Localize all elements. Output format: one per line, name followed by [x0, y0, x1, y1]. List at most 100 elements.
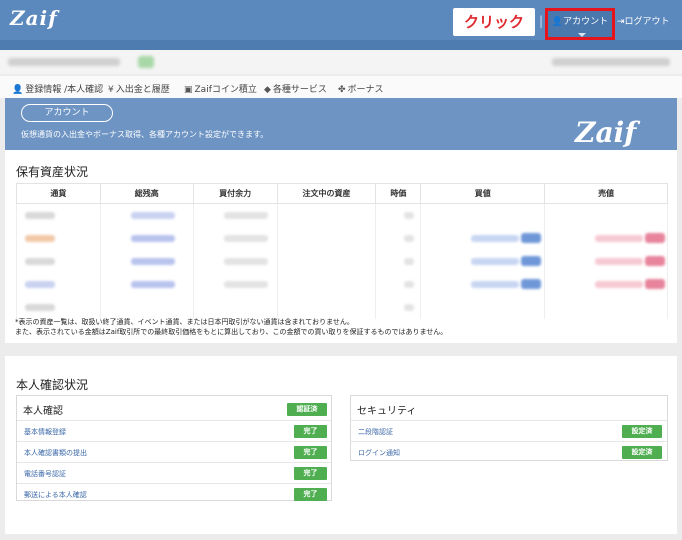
menu-item-deposit-history[interactable]: ¥ 入出金と履歴 — [108, 82, 170, 95]
account-nav-button[interactable]: 👤アカウント — [545, 8, 615, 40]
blurred-value — [223, 234, 268, 242]
table-cell — [100, 272, 194, 296]
table-cell — [193, 226, 278, 250]
table-row — [16, 249, 668, 273]
blurred-value — [404, 257, 415, 265]
kyc-row-badge: 完了 — [294, 467, 327, 480]
table-cell — [420, 249, 546, 273]
gift-icon: ✤ — [338, 85, 346, 95]
coin-icon: ▣ — [184, 85, 193, 95]
security-row[interactable]: ログイン通知 設定済 — [351, 441, 667, 462]
buy-button[interactable] — [521, 255, 542, 266]
table-cell — [16, 272, 101, 296]
kyc-row[interactable]: 本人確認書類の提出 完了 — [17, 441, 331, 462]
table-cell — [544, 249, 668, 273]
column-header: 注文中の資産 — [276, 183, 377, 204]
blurred-price — [471, 280, 520, 288]
table-cell — [544, 226, 668, 250]
menu-item-services[interactable]: ◆ 各種サービス — [264, 82, 327, 95]
table-cell — [277, 203, 377, 227]
blurred-price — [595, 234, 644, 242]
security-row-label[interactable]: 二段階認証 — [358, 427, 393, 437]
identity-status-badge: 認証済 — [287, 403, 327, 416]
logout-nav-label: ログアウト — [624, 17, 670, 27]
blurred-value — [404, 303, 415, 311]
table-cell — [277, 295, 377, 319]
kyc-row-badge: 完了 — [294, 488, 327, 501]
active-caret-icon — [578, 33, 586, 37]
holdings-note: *表示の資産一覧は、取扱い終了通貨、イベント通貨、または日本円取引がない通貨は含… — [15, 317, 675, 337]
security-row-badge: 設定済 — [622, 446, 662, 459]
account-banner: アカウント 仮想通貨の入出金やボーナス取得、各種アカウント設定ができます。 Za… — [5, 98, 677, 150]
account-menu: 👤 登録情報 /本人確認 ¥ 入出金と履歴 ▣ Zaifコイン積立 ◆ 各種サービス ✤… — [0, 76, 682, 98]
logout-nav-button[interactable]: ⇥ログアウト — [617, 14, 670, 27]
table-cell — [375, 203, 422, 227]
blurred-value — [130, 234, 175, 242]
holdings-header-row: 通貨 総残高 買付余力 注文中の資産 時価 買値 売値 — [16, 183, 668, 204]
table-cell — [16, 203, 101, 227]
table-cell — [420, 226, 546, 250]
blurred-last-login — [552, 58, 670, 66]
table-cell — [100, 226, 194, 250]
sell-button[interactable] — [645, 278, 666, 289]
blurred-price — [595, 280, 644, 288]
table-cell — [193, 272, 278, 296]
account-nav-label: アカウント — [563, 17, 609, 27]
menu-item-profile[interactable]: 👤 登録情報 /本人確認 — [12, 82, 103, 95]
table-cell — [375, 249, 422, 273]
blurred-value — [25, 257, 55, 265]
blurred-value — [223, 212, 268, 219]
table-cell — [420, 295, 546, 319]
kyc-row-label[interactable]: 電話番号認証 — [24, 469, 66, 479]
blurred-value — [25, 280, 55, 288]
logout-icon: ⇥ — [617, 17, 625, 27]
buy-button[interactable] — [521, 278, 542, 289]
holdings-note-line: また、表示されている金額はZaif取引所での最終取引価格をもとに算出しており、こ… — [15, 328, 448, 336]
security-row[interactable]: 二段階認証 設定済 — [351, 420, 667, 441]
kyc-row-label[interactable]: 基本情報登録 — [24, 427, 66, 437]
sell-button[interactable] — [645, 255, 666, 266]
table-cell — [277, 272, 377, 296]
holdings-card: 保有資産状況 通貨 総残高 買付余力 注文中の資産 時価 買値 売値 *表示の資… — [5, 150, 677, 343]
kyc-row[interactable]: 郵送による本人確認 完了 — [17, 483, 331, 504]
security-row-label[interactable]: ログイン通知 — [358, 448, 400, 458]
tag-icon: ◆ — [264, 85, 271, 95]
column-header: 時価 — [375, 183, 422, 204]
security-heading: セキュリティ — [357, 406, 417, 417]
menu-item-label: 入出金と履歴 — [115, 85, 170, 95]
column-header: 買値 — [420, 183, 546, 204]
blurred-value — [223, 257, 268, 265]
identity-heading: 本人確認 — [23, 406, 63, 417]
menu-item-bonus[interactable]: ✤ ボーナス — [338, 82, 384, 95]
column-header: 売値 — [544, 183, 668, 204]
table-cell — [16, 295, 101, 319]
blurred-value — [404, 280, 415, 288]
kyc-row-label[interactable]: 郵送による本人確認 — [24, 490, 87, 500]
user-icon: 👤 — [551, 17, 564, 27]
sell-button[interactable] — [645, 232, 666, 243]
banner-description: 仮想通貨の入出金やボーナス取得、各種アカウント設定ができます。 — [21, 130, 269, 139]
buy-button[interactable] — [521, 232, 542, 243]
kyc-row-label[interactable]: 本人確認書類の提出 — [24, 448, 87, 458]
table-cell — [100, 295, 194, 319]
holdings-table: 通貨 総残高 買付余力 注文中の資産 時価 買値 売値 — [16, 183, 668, 319]
nav-separator: | — [539, 14, 544, 28]
table-cell — [277, 249, 377, 273]
table-row — [16, 226, 668, 250]
table-cell — [420, 272, 546, 296]
menu-item-label: 各種サービス — [272, 85, 327, 95]
kyc-row-badge: 完了 — [294, 446, 327, 459]
blurred-value — [223, 280, 268, 288]
zaif-logo[interactable]: Zaif — [10, 6, 58, 30]
blurred-price — [471, 234, 520, 242]
menu-item-coin-savings[interactable]: ▣ Zaifコイン積立 — [184, 82, 257, 95]
account-pill: アカウント — [21, 104, 113, 122]
table-cell — [100, 249, 194, 273]
blurred-value — [404, 234, 415, 242]
kyc-card: 本人確認状況 本人確認 認証済 基本情報登録 完了 本人確認書類の提出 完了 電… — [5, 356, 677, 534]
kyc-row[interactable]: 電話番号認証 完了 — [17, 462, 331, 483]
kyc-row[interactable]: 基本情報登録 完了 — [17, 420, 331, 441]
click-annotation: クリック — [453, 8, 535, 36]
blurred-value — [130, 280, 175, 288]
yen-icon: ¥ — [108, 85, 114, 95]
